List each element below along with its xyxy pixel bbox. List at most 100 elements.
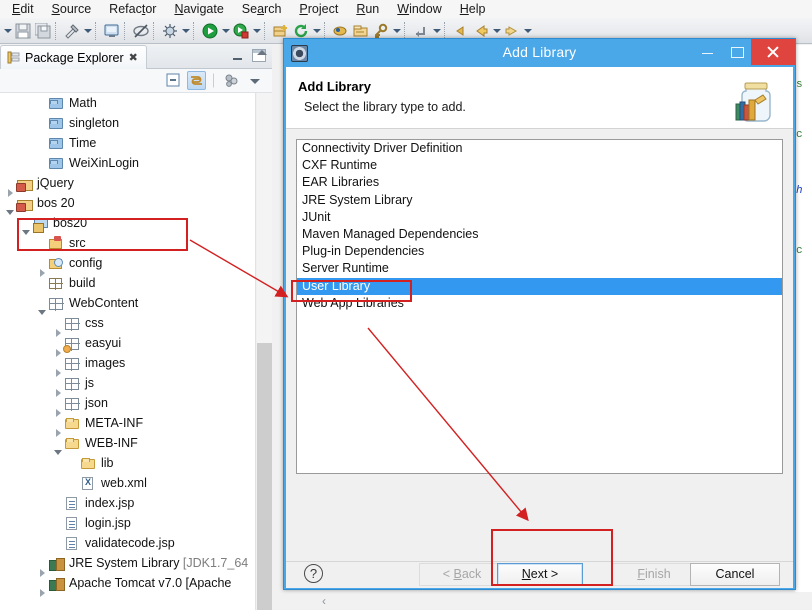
tree-row[interactable]: css [0, 313, 255, 337]
list-item[interactable]: EAR Libraries [297, 174, 782, 191]
tree-row[interactable]: singleton [0, 113, 255, 133]
tree-row[interactable]: Time [0, 133, 255, 153]
minimize-icon[interactable] [693, 39, 722, 65]
help-button[interactable]: ? [304, 564, 323, 583]
run-icon[interactable] [200, 20, 220, 42]
xml-file-icon [81, 476, 97, 491]
dialog-subheading: Select the library type to add. [304, 100, 466, 114]
menu-run[interactable]: Run [347, 2, 388, 16]
library-type-list[interactable]: Connectivity Driver Definition CXF Runtim… [296, 139, 783, 474]
menu-edit[interactable]: Edit [3, 2, 43, 16]
java-project-icon [33, 216, 49, 233]
warning-badge-icon [63, 344, 71, 353]
tree-item-label: lib [101, 456, 114, 470]
save-all-icon[interactable] [33, 20, 53, 42]
tree-row[interactable]: WebContent [0, 293, 255, 315]
tree-item-label: web.xml [101, 476, 147, 490]
dialog-titlebar[interactable]: Add Library [284, 39, 795, 67]
project-tree[interactable]: Math singleton Time WeiXinLogin jQuery bos 20… [0, 93, 255, 610]
external-tools-dropdown-icon[interactable] [251, 20, 262, 42]
menu-window[interactable]: Window [388, 2, 450, 16]
web-content-icon [65, 356, 81, 371]
tree-row[interactable]: WEB-INF [0, 433, 255, 455]
tree-row[interactable]: login.jsp [0, 513, 255, 533]
tree-row[interactable]: json [0, 393, 255, 417]
menu-search[interactable]: Search [233, 2, 291, 16]
folder-yellow-icon [65, 416, 81, 431]
list-item[interactable]: JUnit [297, 209, 782, 226]
tree-row[interactable]: bos 20 [0, 193, 255, 215]
package-explorer-tabrow: Package Explorer ✖ [0, 45, 272, 69]
tree-item-label: index.jsp [85, 496, 135, 510]
tree-item-label: build [69, 276, 96, 290]
tree-item-detail: [JDK1.7_64 [182, 556, 249, 570]
list-item[interactable]: Maven Managed Dependencies [297, 226, 782, 243]
tree-row[interactable]: Apache Tomcat v7.0 [Apache [0, 573, 255, 597]
debug-icon[interactable] [160, 20, 180, 42]
tree-row[interactable]: jQuery [0, 173, 255, 197]
minimize-icon[interactable] [231, 49, 245, 62]
scroll-up-arrow-icon[interactable] [257, 47, 268, 58]
list-item[interactable]: Plug-in Dependencies [297, 243, 782, 260]
run-external-tools-icon[interactable] [231, 20, 251, 42]
tree-row[interactable]: JRE System Library [JDK1.7_64 [0, 553, 255, 577]
menu-source[interactable]: Source [43, 2, 101, 16]
list-item-selected[interactable]: User Library [297, 277, 782, 295]
tree-row[interactable]: bos20 [0, 213, 255, 235]
list-item[interactable]: JRE System Library [297, 192, 782, 209]
new-java-class-icon[interactable] [102, 20, 122, 42]
menu-navigate[interactable]: Navigate [165, 2, 232, 16]
toolbar-separator [324, 21, 329, 40]
toggle-mark-occurrences-icon[interactable] [131, 20, 151, 42]
tree-row[interactable]: validatecode.jsp [0, 533, 255, 553]
next-button[interactable]: Next > [497, 563, 583, 586]
tree-row[interactable]: web.xml [0, 473, 255, 493]
view-menu-icon[interactable] [245, 71, 264, 90]
debug-dropdown-icon[interactable] [180, 20, 191, 42]
tab-package-explorer[interactable]: Package Explorer ✖ [0, 45, 147, 69]
list-item[interactable]: Web App Libraries [297, 295, 782, 312]
cancel-button[interactable]: Cancel [690, 563, 780, 586]
list-item[interactable]: Connectivity Driver Definition [297, 140, 782, 157]
tree-item-label: META-INF [85, 416, 144, 430]
list-item[interactable]: Server Runtime [297, 260, 782, 277]
jsp-file-icon [65, 496, 81, 511]
focus-on-active-task-icon[interactable] [222, 71, 241, 90]
tree-row[interactable]: images [0, 353, 255, 377]
tree-item-label: login.jsp [85, 516, 131, 530]
tree-row[interactable]: Math [0, 93, 255, 113]
tree-vertical-scrollbar[interactable] [255, 93, 272, 610]
menu-project[interactable]: Project [290, 2, 347, 16]
tree-row[interactable]: easyui [0, 333, 255, 357]
build-dropdown-icon[interactable] [82, 20, 93, 42]
scroll-left-icon[interactable]: ‹ [322, 594, 326, 608]
scrollbar-thumb[interactable] [257, 343, 272, 610]
library-jar-books-icon [728, 73, 780, 125]
tree-row[interactable]: index.jsp [0, 493, 255, 513]
tree-row[interactable]: build [0, 273, 255, 293]
run-dropdown-icon[interactable] [220, 20, 231, 42]
close-icon[interactable] [751, 39, 795, 65]
menu-help[interactable]: Help [451, 2, 495, 16]
web-content-warn-icon [63, 336, 81, 353]
tree-row[interactable]: src [0, 233, 255, 253]
list-item[interactable]: CXF Runtime [297, 157, 782, 174]
save-icon[interactable] [13, 20, 33, 42]
close-icon[interactable]: ✖ [129, 51, 138, 64]
tree-row[interactable]: config [0, 253, 255, 277]
web-content-icon [49, 296, 65, 311]
tree-row[interactable]: WeiXinLogin [0, 153, 255, 173]
toolbar-separator [153, 21, 158, 40]
menu-refactor[interactable]: Refactor [100, 2, 165, 16]
tree-row[interactable]: META-INF [0, 413, 255, 437]
tree-row[interactable]: js [0, 373, 255, 397]
package-explorer-view: Package Explorer ✖ Math singleton Time W… [0, 45, 272, 610]
tree-row[interactable]: lib [0, 453, 255, 473]
maximize-icon[interactable] [722, 39, 751, 65]
link-with-editor-icon[interactable] [187, 71, 206, 90]
toolbar-overflow-arrow[interactable] [2, 20, 13, 42]
folder-yellow-icon [81, 456, 97, 471]
grid-folder-icon [49, 276, 65, 291]
collapse-all-icon[interactable] [164, 71, 183, 90]
build-icon[interactable] [62, 20, 82, 42]
